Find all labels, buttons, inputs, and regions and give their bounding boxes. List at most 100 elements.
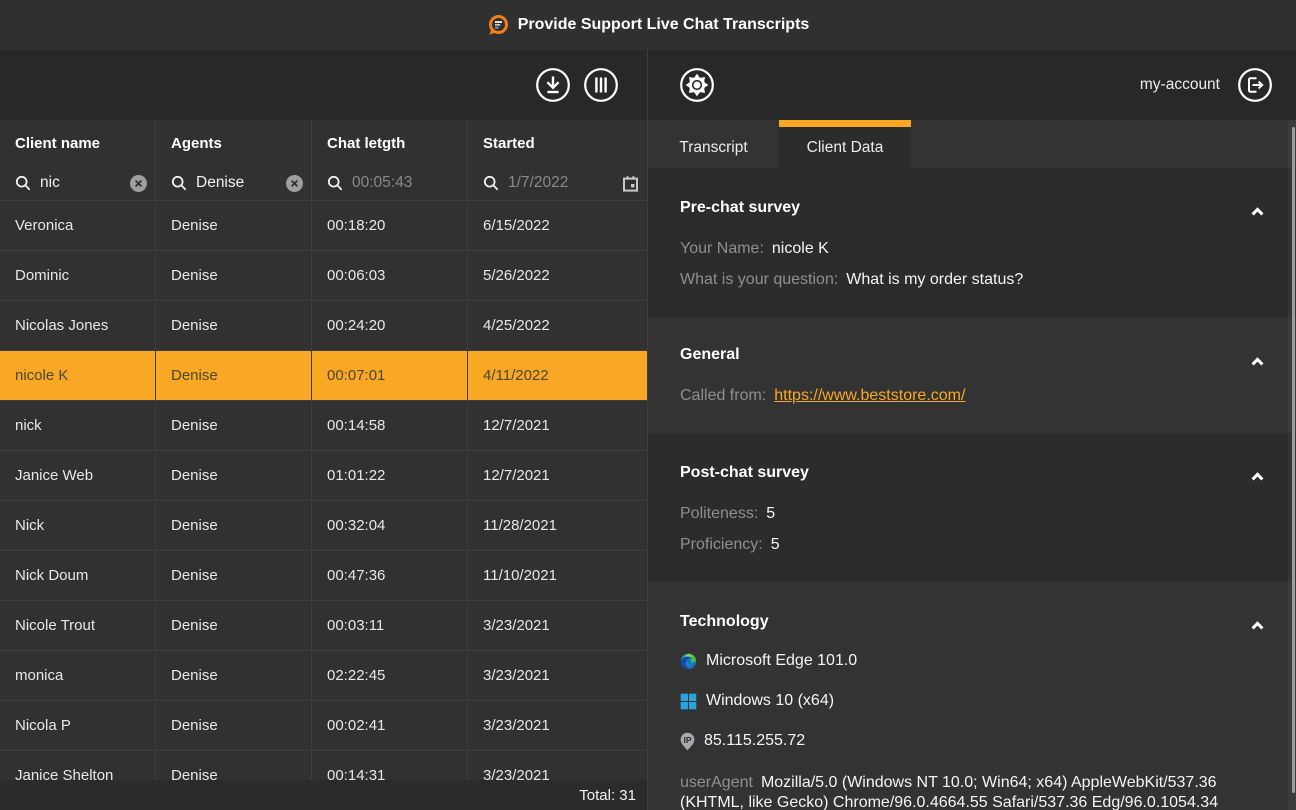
table-row[interactable]: NickDenise00:32:0411/28/2021 [0,500,647,550]
collapse-technology-button[interactable] [1247,614,1268,637]
field-your-name: Your Name:nicole K [680,233,1240,264]
field-value: 5 [771,536,780,553]
cell-length: 00:14:58 [312,401,468,450]
tab-client-data-label: Client Data [807,139,884,157]
cell-started: 12/7/2021 [468,401,647,450]
cell-agent: Denise [156,651,312,700]
cell-length: 00:32:04 [312,501,468,550]
columns-button[interactable] [583,67,619,103]
cell-agent: Denise [156,351,312,400]
cell-client: Nicola P [0,701,156,750]
settings-button[interactable] [679,67,715,103]
app-logo-icon [487,14,509,36]
cell-length: 00:02:41 [312,701,468,750]
chat-length-filter-input[interactable] [352,174,459,192]
details-toolbar: my-account [648,50,1296,120]
section-title: General [680,341,1240,368]
column-label-started: Started [483,132,639,156]
cell-started: 6/15/2022 [468,201,647,250]
table-row[interactable]: nickDenise00:14:5812/7/2021 [0,400,647,450]
field-value: 5 [766,505,775,522]
tab-client-data[interactable]: Client Data [779,120,911,168]
chevron-up-icon [1251,621,1264,630]
cell-agent: Denise [156,301,312,350]
logout-button[interactable] [1237,67,1273,103]
cell-started: 11/28/2021 [468,501,647,550]
os-text: Windows 10 (x64) [706,692,834,710]
search-icon [171,175,187,191]
collapse-general-button[interactable] [1247,350,1268,373]
column-started: Started [468,120,647,200]
filter-chat-length [327,170,459,196]
started-filter-input[interactable] [508,174,622,192]
ip-row: IP 85.115.255.72 [680,721,1240,761]
cell-client: nicole K [0,351,156,400]
table-row[interactable]: VeronicaDenise00:18:206/15/2022 [0,200,647,250]
field-label: Your Name: [680,240,764,257]
clear-client-name-filter-button[interactable] [130,175,147,192]
collapse-pre-chat-button[interactable] [1247,200,1268,223]
date-picker-button[interactable] [622,175,639,192]
cell-client: Nicolas Jones [0,301,156,350]
cell-client: Nick [0,501,156,550]
section-general: General Called from: https://www.beststor… [648,318,1296,433]
svg-text:IP: IP [684,734,692,744]
cell-length: 00:03:11 [312,601,468,650]
section-title: Pre-chat survey [680,194,1240,221]
list-toolbar [0,50,647,120]
cell-length: 00:07:01 [312,351,468,400]
details-tabs: Transcript Client Data [648,120,1296,168]
cell-length: 00:06:03 [312,251,468,300]
windows-icon [680,693,697,710]
table-row[interactable]: nicole KDenise00:07:014/11/2022 [0,350,647,400]
calendar-icon [622,175,639,192]
cell-started: 4/25/2022 [468,301,647,350]
chevron-up-icon [1251,472,1264,481]
field-politeness: Politeness: 5 [680,498,1240,529]
agents-filter-input[interactable] [196,174,286,192]
column-chat-length: Chat letgth [312,120,468,200]
cell-agent: Denise [156,251,312,300]
field-label: Proficiency: [680,536,763,553]
section-title: Technology [680,608,1240,635]
details-panel: my-account Transcript Client Data Pr [648,50,1296,810]
table-header: Client name [0,120,647,200]
table-row[interactable]: Janice WebDenise01:01:2212/7/2021 [0,450,647,500]
table-row[interactable]: Nick DoumDenise00:47:3611/10/2021 [0,550,647,600]
section-title: Post-chat survey [680,459,1240,486]
field-label: Called from: [680,387,766,404]
account-name: my-account [1140,76,1220,94]
cell-client: Nick Doum [0,551,156,600]
client-data-content: Pre-chat survey Your Name:nicole K What … [648,168,1296,810]
cell-length: 00:47:36 [312,551,468,600]
table-row[interactable]: Nicolas JonesDenise00:24:204/25/2022 [0,300,647,350]
cell-agent: Denise [156,451,312,500]
clear-agents-filter-button[interactable] [286,175,303,192]
details-scrollbar-track[interactable] [1288,120,1296,810]
details-scrollbar-thumb[interactable] [1292,127,1295,793]
edge-browser-icon [680,653,697,670]
cell-client: nick [0,401,156,450]
collapse-post-chat-button[interactable] [1247,465,1268,488]
user-agent-value: Mozilla/5.0 (Windows NT 10.0; Win64; x64… [680,774,1218,810]
tab-transcript[interactable]: Transcript [648,120,779,168]
cell-client: Veronica [0,201,156,250]
section-pre-chat-survey: Pre-chat survey Your Name:nicole K What … [648,168,1296,318]
transcripts-table-body: VeronicaDenise00:18:206/15/2022DominicDe… [0,200,647,810]
gear-icon [679,67,715,103]
column-label-client-name: Client name [15,132,147,156]
transcripts-list-panel: Client name [0,50,648,810]
tab-transcript-label: Transcript [679,139,747,157]
search-icon [483,175,499,191]
download-icon [535,67,571,103]
field-label: Politeness: [680,505,758,522]
table-row[interactable]: DominicDenise00:06:035/26/2022 [0,250,647,300]
field-label: What is your question: [680,271,838,288]
cell-agent: Denise [156,501,312,550]
table-row[interactable]: monicaDenise02:22:453/23/2021 [0,650,647,700]
table-row[interactable]: Nicole TroutDenise00:03:113/23/2021 [0,600,647,650]
called-from-link[interactable]: https://www.beststore.com/ [774,387,965,404]
client-name-filter-input[interactable] [40,174,130,192]
download-button[interactable] [535,67,571,103]
table-row[interactable]: Nicola PDenise00:02:413/23/2021 [0,700,647,750]
